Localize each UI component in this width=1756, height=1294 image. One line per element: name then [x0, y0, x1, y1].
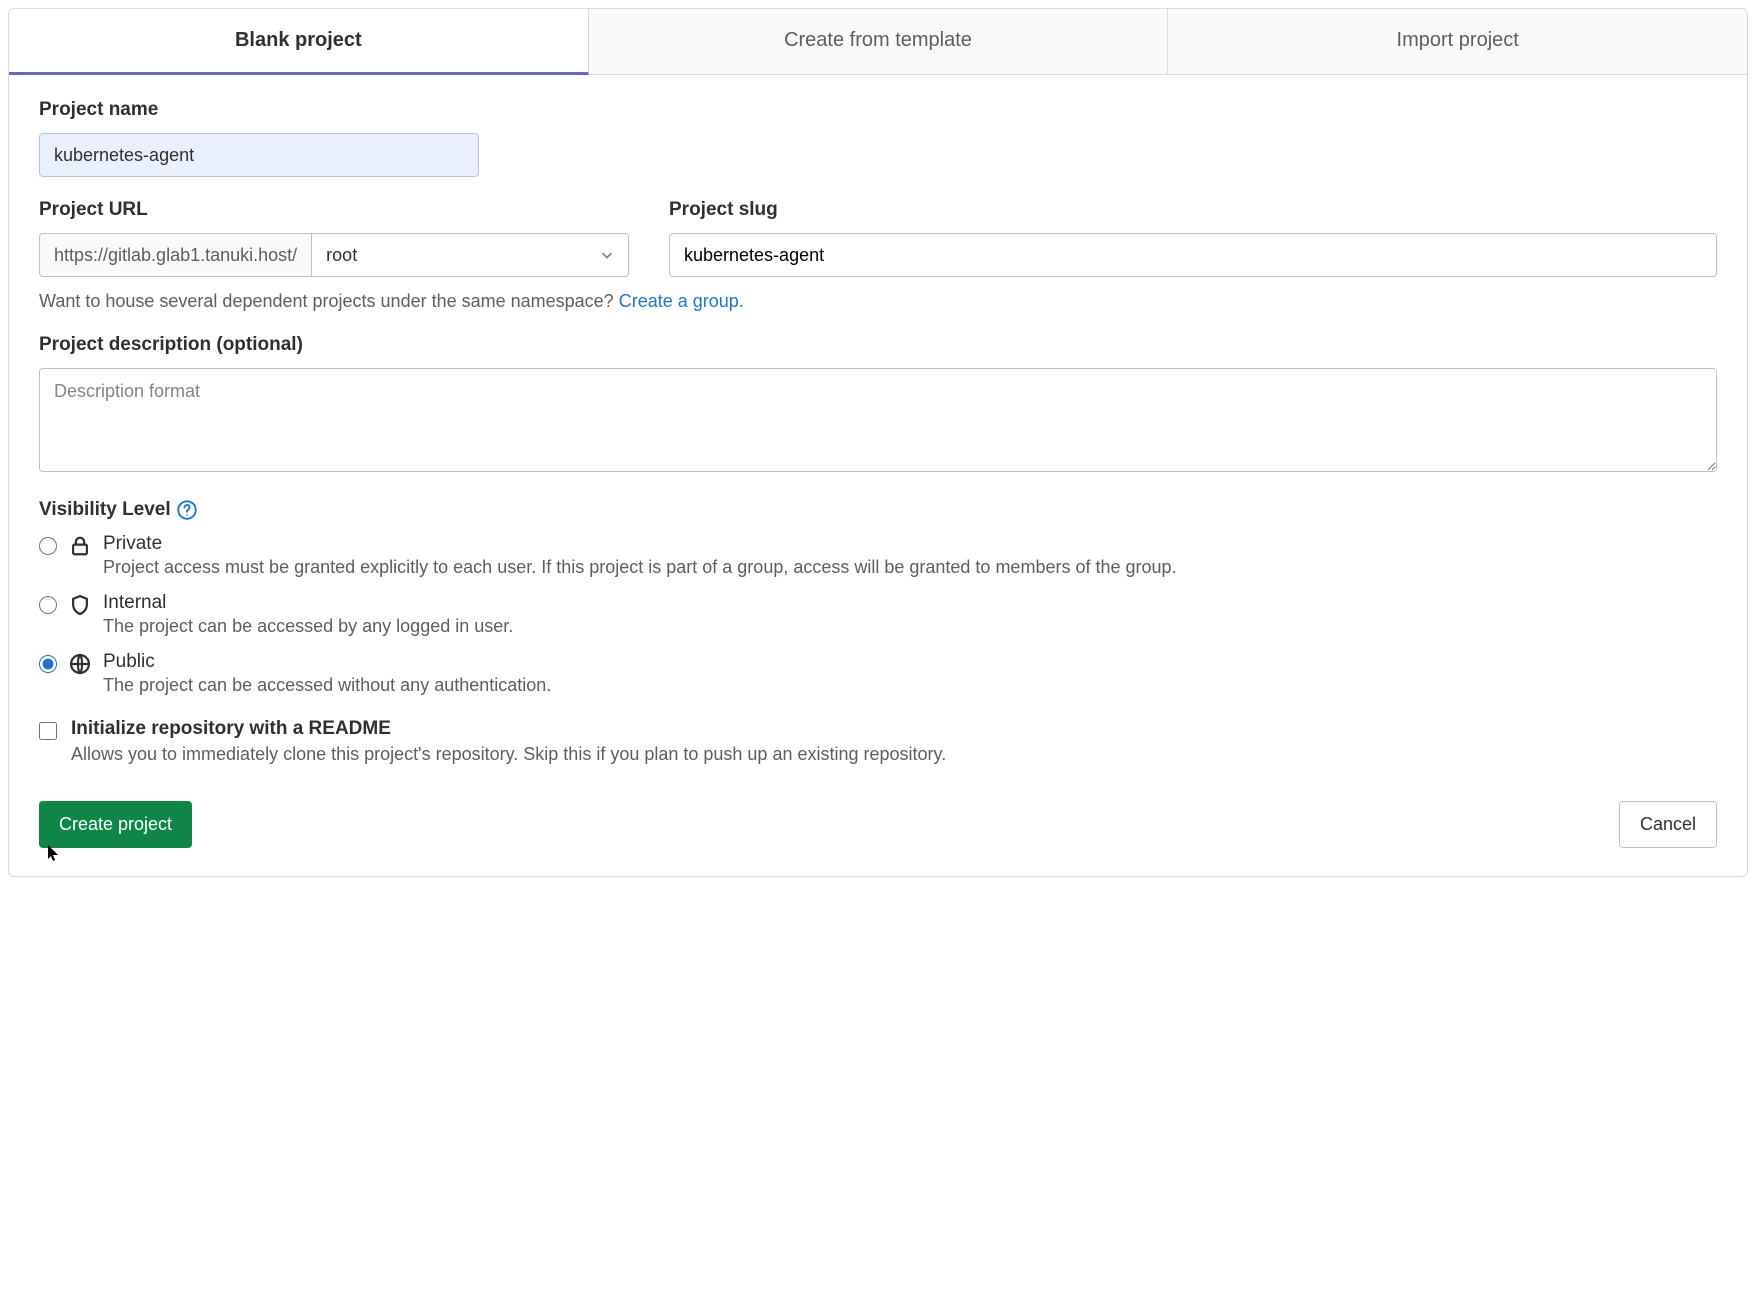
namespace-select[interactable]: root — [311, 233, 629, 277]
project-name-label: Project name — [39, 99, 1717, 121]
chevron-down-icon — [600, 248, 614, 262]
project-slug-input[interactable] — [669, 233, 1717, 277]
lock-icon — [69, 535, 91, 557]
visibility-internal-desc: The project can be accessed by any logge… — [103, 616, 1717, 637]
project-description-label: Project description (optional) — [39, 334, 1717, 356]
namespace-selected-value: root — [326, 245, 357, 266]
visibility-level-label: Visibility Level — [39, 499, 171, 521]
visibility-private-desc: Project access must be granted explicitl… — [103, 557, 1717, 578]
globe-icon — [69, 653, 91, 675]
create-project-button[interactable]: Create project — [39, 801, 192, 848]
blank-project-form: Project name Project URL https://gitlab.… — [9, 75, 1747, 876]
visibility-public-desc: The project can be accessed without any … — [103, 675, 1717, 696]
initialize-readme-title: Initialize repository with a README — [71, 718, 946, 740]
new-project-panel: Blank project Create from template Impor… — [8, 8, 1748, 877]
project-url-label: Project URL — [39, 199, 629, 221]
visibility-private-radio[interactable] — [39, 537, 57, 555]
cancel-button[interactable]: Cancel — [1619, 801, 1717, 848]
project-type-tabs: Blank project Create from template Impor… — [9, 9, 1747, 75]
tab-blank-project[interactable]: Blank project — [9, 9, 589, 75]
visibility-public-radio[interactable] — [39, 655, 57, 673]
tab-create-from-template[interactable]: Create from template — [589, 9, 1169, 74]
tab-import-project[interactable]: Import project — [1168, 9, 1747, 74]
project-url-prefix: https://gitlab.glab1.tanuki.host/ — [39, 233, 311, 277]
create-group-link[interactable]: Create a group. — [619, 291, 744, 311]
visibility-private-title: Private — [103, 533, 1717, 555]
project-name-input[interactable] — [39, 133, 479, 177]
initialize-readme-checkbox[interactable] — [39, 722, 57, 740]
visibility-public-title: Public — [103, 651, 1717, 673]
namespace-hint-text: Want to house several dependent projects… — [39, 291, 619, 311]
help-icon[interactable] — [177, 500, 197, 520]
project-slug-label: Project slug — [669, 199, 1717, 221]
shield-icon — [69, 594, 91, 616]
initialize-readme-desc: Allows you to immediately clone this pro… — [71, 744, 946, 765]
project-description-input[interactable] — [39, 368, 1717, 472]
visibility-internal-radio[interactable] — [39, 596, 57, 614]
visibility-internal-title: Internal — [103, 592, 1717, 614]
